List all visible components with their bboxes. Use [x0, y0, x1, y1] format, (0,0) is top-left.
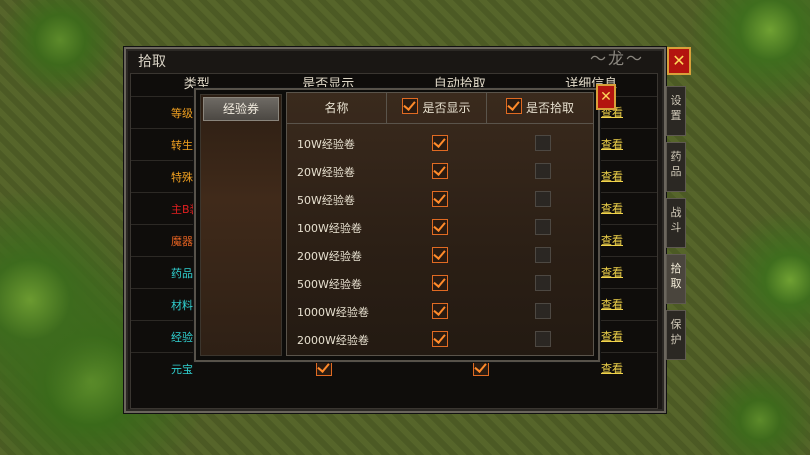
popup-header-pick-label: 是否拾取: [525, 101, 574, 115]
dragon-ornament-icon: ～龙～: [589, 49, 644, 68]
popup-category-exp-scroll[interactable]: 经验券: [203, 97, 279, 121]
side-tab-bar: 设置 药品 战斗 拾取 保护: [666, 86, 690, 366]
close-panel-button[interactable]: ✕: [667, 47, 691, 75]
popup-category-list: 经验券: [200, 94, 282, 356]
pickup-row-view-link[interactable]: 查看: [601, 168, 623, 184]
pickup-row-view-link[interactable]: 查看: [601, 200, 623, 216]
popup-item-pick-checkbox[interactable]: [535, 163, 551, 179]
pickup-row-view-link[interactable]: 查看: [601, 232, 623, 248]
popup-item-name: 100W经验卷: [297, 222, 362, 235]
popup-item-row: 10W经验卷: [287, 129, 593, 157]
popup-item-row: 20W经验卷: [287, 157, 593, 185]
popup-item-name: 20W经验卷: [297, 166, 355, 179]
popup-item-name: 10W经验卷: [297, 138, 355, 151]
pickup-row-view-link[interactable]: 查看: [601, 136, 623, 152]
pickup-row-pick-checkbox[interactable]: [473, 360, 489, 376]
pickup-row-category: 魔器: [171, 235, 193, 248]
pickup-row-category: 材料: [171, 299, 193, 312]
pickup-row-view-link[interactable]: 查看: [601, 264, 623, 280]
popup-item-show-checkbox[interactable]: [432, 191, 448, 207]
popup-header-name: 名称: [287, 93, 387, 123]
popup-item-pick-checkbox[interactable]: [535, 275, 551, 291]
popup-item-name: 2000W经验卷: [297, 334, 369, 347]
popup-item-row: 2000W经验卷: [287, 325, 593, 353]
popup-item-row: 100W经验卷: [287, 213, 593, 241]
popup-item-pick-checkbox[interactable]: [535, 303, 551, 319]
popup-item-pick-checkbox[interactable]: [535, 247, 551, 263]
popup-item-name: 50W经验卷: [297, 194, 355, 207]
popup-header-pick: 是否拾取: [487, 93, 593, 123]
show-all-checkbox[interactable]: [402, 98, 419, 114]
popup-header-name-label: 名称: [324, 101, 349, 115]
popup-table-header: 名称 是否显示 是否拾取: [287, 93, 593, 124]
popup-item-name: 1000W经验卷: [297, 306, 369, 319]
popup-item-pick-checkbox[interactable]: [535, 191, 551, 207]
popup-item-show-checkbox[interactable]: [432, 219, 448, 235]
popup-item-name: 500W经验卷: [297, 278, 362, 291]
pickup-row-view-link[interactable]: 查看: [601, 328, 623, 344]
popup-item-show-checkbox[interactable]: [432, 247, 448, 263]
close-popup-button[interactable]: ✕: [596, 84, 616, 110]
tab-pickup[interactable]: 拾取: [666, 254, 686, 304]
popup-item-name: 200W经验卷: [297, 250, 362, 263]
popup-item-show-checkbox[interactable]: [432, 163, 448, 179]
popup-item-pick-checkbox[interactable]: [535, 219, 551, 235]
popup-header-show-label: 是否显示: [422, 101, 471, 115]
exp-scroll-popup: 经验券 名称 是否显示 是否拾取 10W经验卷 20W经验卷 50W经验卷 100W经…: [194, 88, 600, 362]
popup-header-show: 是否显示: [387, 93, 487, 123]
tab-combat[interactable]: 战斗: [666, 198, 686, 248]
tab-potions[interactable]: 药品: [666, 142, 686, 192]
tab-settings[interactable]: 设置: [666, 86, 686, 136]
pickup-row-category: 元宝: [171, 363, 193, 376]
popup-item-row: 200W经验卷: [287, 241, 593, 269]
popup-item-row: 50W经验卷: [287, 185, 593, 213]
pickup-row-category: 药品: [171, 267, 193, 280]
popup-item-row: 1000W经验卷: [287, 297, 593, 325]
pickup-row-view-link[interactable]: 查看: [601, 296, 623, 312]
popup-item-show-checkbox[interactable]: [432, 331, 448, 347]
popup-item-show-checkbox[interactable]: [432, 135, 448, 151]
popup-item-pick-checkbox[interactable]: [535, 135, 551, 151]
tab-protect[interactable]: 保护: [666, 310, 686, 360]
popup-item-show-checkbox[interactable]: [432, 275, 448, 291]
popup-item-table: 名称 是否显示 是否拾取 10W经验卷 20W经验卷 50W经验卷 100W经验卷 20…: [286, 92, 594, 356]
panel-title: 拾取: [138, 54, 166, 70]
pick-all-checkbox[interactable]: [505, 98, 522, 114]
pickup-row-view-link[interactable]: 查看: [601, 360, 623, 376]
pickup-row-show-checkbox[interactable]: [316, 360, 332, 376]
popup-item-pick-checkbox[interactable]: [535, 331, 551, 347]
popup-item-row: 500W经验卷: [287, 269, 593, 297]
popup-item-show-checkbox[interactable]: [432, 303, 448, 319]
